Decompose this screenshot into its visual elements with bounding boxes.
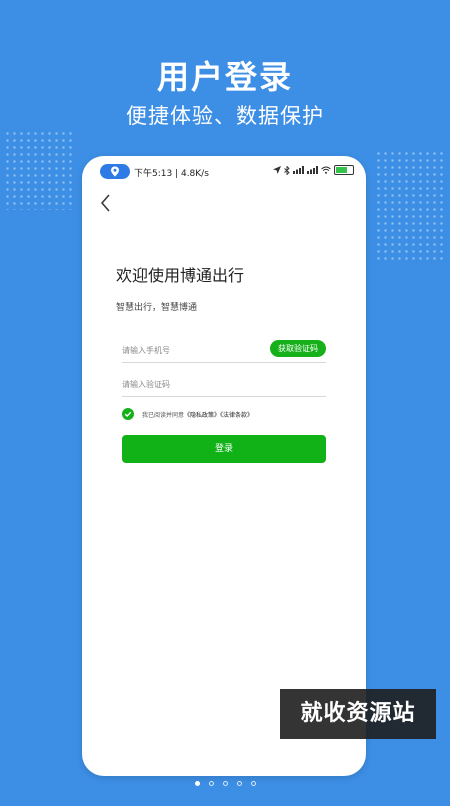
page-subtitle: 智慧出行，智慧博通 [116, 303, 198, 313]
bluetooth-icon [284, 165, 290, 175]
status-bar: 下午5:13 | 4.8K/s [82, 156, 366, 188]
pager-dot[interactable] [250, 781, 256, 786]
pager-dot[interactable] [236, 781, 242, 786]
agree-checkbox[interactable] [122, 408, 134, 420]
checkmark-icon [124, 411, 132, 417]
pager-dot[interactable] [222, 781, 228, 786]
page-title: 欢迎使用博通出行 [116, 266, 245, 285]
agreement-prefix: 我已阅读并同意 [142, 411, 185, 419]
pager-dot[interactable] [208, 781, 214, 786]
privacy-policy-link[interactable]: 《隐私政策》 [184, 412, 220, 419]
signal-icon [293, 166, 304, 174]
subline: 便捷体验、数据保护 [126, 104, 324, 128]
agreement-row: 我已阅读并同意《隐私政策》《法律条款》 [122, 408, 253, 420]
decorative-dots-right [375, 150, 447, 260]
code-input[interactable] [122, 374, 262, 395]
phone-field: 获取验证码 [122, 338, 326, 363]
legal-terms-link[interactable]: 《法律条款》 [220, 412, 253, 419]
page-indicator [0, 781, 450, 786]
login-button[interactable]: 登录 [122, 435, 326, 463]
location-pin-icon [111, 166, 119, 177]
battery-icon [334, 165, 354, 175]
phone-screen: 下午5:13 | 4.8K/s 欢迎使用博通出行 智慧出行，智慧博通 获取验证码… [82, 156, 366, 776]
watermark: 就收资源站 [280, 689, 436, 739]
get-code-button[interactable]: 获取验证码 [270, 340, 326, 357]
agreement-text: 我已阅读并同意《隐私政策》《法律条款》 [142, 410, 253, 419]
status-time: 下午5:13 | 4.8K/s [134, 169, 209, 179]
decorative-dots-left [4, 130, 74, 210]
back-arrow-icon[interactable] [98, 192, 114, 214]
wifi-icon [321, 166, 331, 174]
location-pill [100, 164, 130, 179]
headline: 用户登录 [156, 58, 293, 96]
location-arrow-icon [273, 166, 281, 174]
status-icons [273, 165, 354, 175]
pager-dot[interactable] [194, 781, 200, 786]
signal-icon [307, 166, 318, 174]
code-field [122, 372, 326, 397]
phone-input[interactable] [122, 340, 262, 361]
